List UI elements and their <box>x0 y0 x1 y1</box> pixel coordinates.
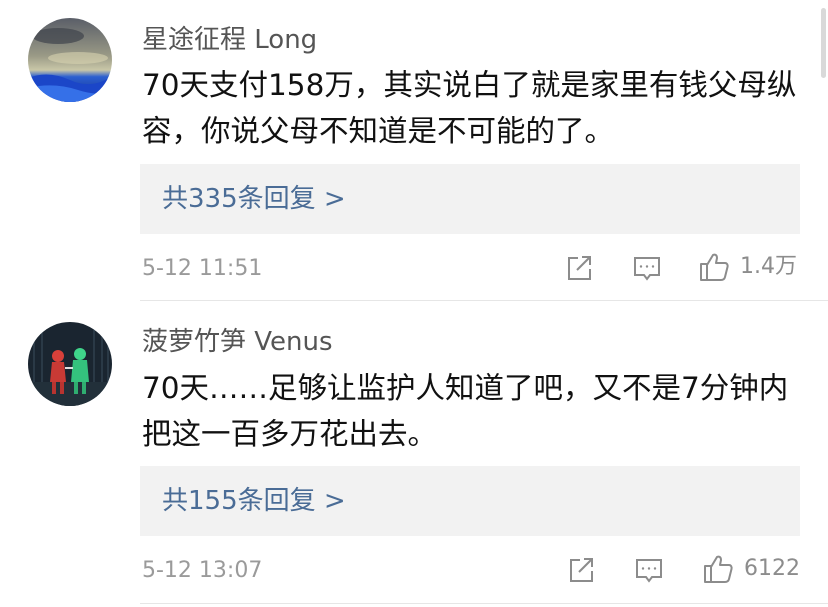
comment-divider <box>140 300 828 301</box>
like-button[interactable]: 6122 <box>702 553 800 585</box>
share-icon <box>570 558 593 582</box>
replies-box[interactable]: 共335条回复 > <box>140 164 800 234</box>
view-replies-link[interactable]: 共155条回复 > <box>162 485 346 517</box>
thumbs-up-icon <box>700 253 729 281</box>
thumbs-up-icon <box>704 555 733 583</box>
comment-divider <box>140 603 828 604</box>
view-replies-link[interactable]: 共335条回复 > <box>162 183 346 215</box>
timestamp: 5-12 13:07 <box>142 558 263 583</box>
username[interactable]: 星途征程 Long <box>142 24 317 56</box>
scrollbar[interactable] <box>821 8 826 78</box>
like-button[interactable]: 1.4万 <box>698 251 797 283</box>
comment-text: 70天……足够让监护人知道了吧，又不是7分钟内把这一百多万花出去。 <box>142 371 789 451</box>
avatar[interactable] <box>28 18 112 102</box>
username[interactable]: 菠萝竹笋 Venus <box>142 326 333 358</box>
replies-box[interactable]: 共155条回复 > <box>140 466 800 536</box>
comment-icon <box>634 257 660 281</box>
comment-button[interactable] <box>632 253 662 283</box>
like-count: 6122 <box>744 556 800 581</box>
timestamp: 5-12 11:51 <box>142 256 263 281</box>
comment-text: 70天支付158万，其实说白了就是家里有钱父母纵容，你说父母不知道是不可能的了。 <box>142 68 797 148</box>
comment-button[interactable] <box>634 555 664 585</box>
avatar[interactable] <box>28 322 112 406</box>
share-button[interactable] <box>564 253 594 283</box>
share-button[interactable] <box>566 555 596 585</box>
comment-icon <box>636 559 662 583</box>
share-icon <box>568 256 591 280</box>
like-count: 1.4万 <box>740 254 797 279</box>
